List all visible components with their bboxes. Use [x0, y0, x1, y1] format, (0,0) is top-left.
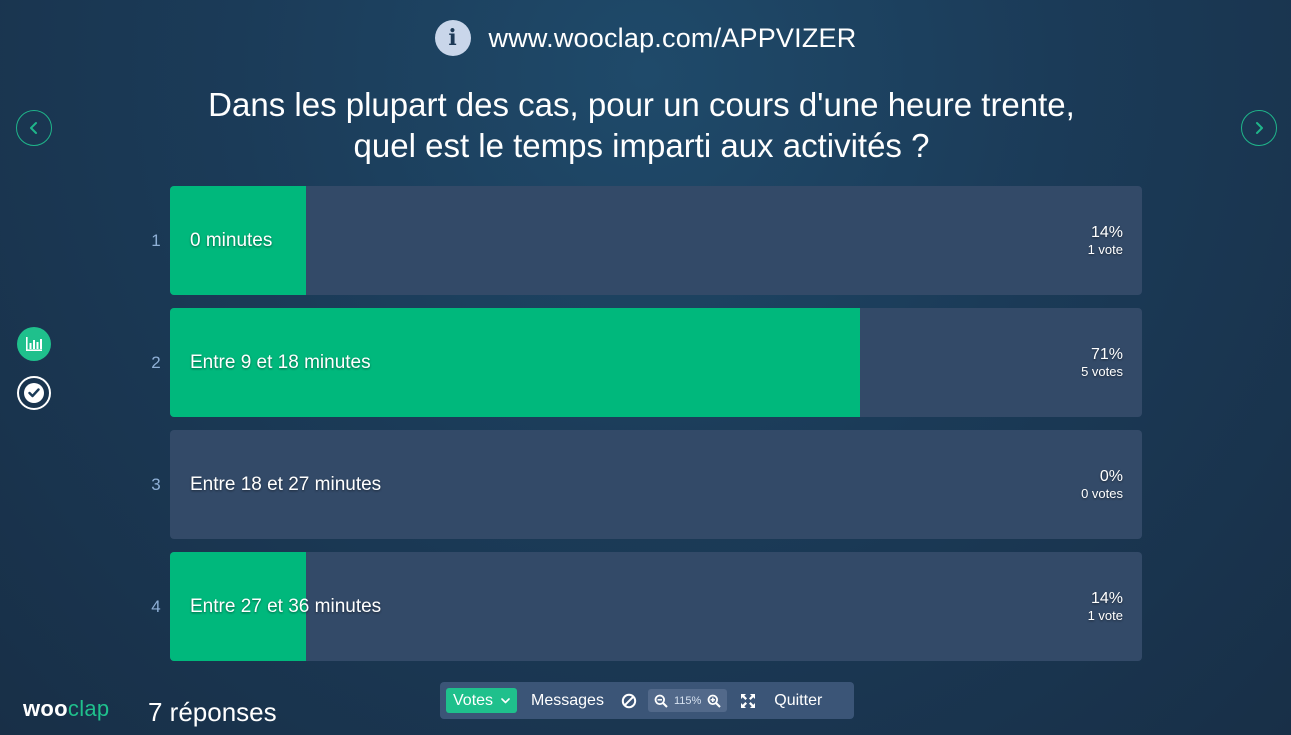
next-question-button[interactable]	[1241, 110, 1277, 146]
logo-part-woo: woo	[23, 696, 68, 721]
response-count: 7 réponses	[148, 697, 277, 727]
show-results-button[interactable]	[17, 327, 51, 361]
check-icon	[28, 388, 40, 398]
presentation-toolbar: Votes Messages 115% Quitter	[440, 682, 854, 719]
previous-question-button[interactable]	[16, 110, 52, 146]
zoom-out-icon[interactable]	[654, 694, 668, 708]
header-bar: i www.wooclap.com/APPVIZER	[0, 18, 1291, 58]
join-url: www.wooclap.com/APPVIZER	[488, 22, 857, 53]
question-title: Dans les plupart des cas, pour un cours …	[140, 84, 1143, 166]
answer-votes: 1 vote	[1087, 608, 1123, 623]
answer-percent: 14%	[1090, 590, 1123, 607]
answer-label: Entre 9 et 18 minutes	[190, 351, 371, 373]
zoom-control: 115%	[647, 689, 728, 712]
answer-stats: 14% 1 vote	[1088, 186, 1123, 295]
fullscreen-icon	[741, 693, 756, 708]
block-responses-button[interactable]	[621, 693, 637, 709]
answer-row[interactable]: Entre 18 et 27 minutes 0% 0 votes	[170, 430, 1142, 539]
chevron-right-icon	[1256, 122, 1263, 134]
zoom-in-icon[interactable]	[707, 694, 721, 708]
fullscreen-button[interactable]	[740, 693, 756, 709]
question-line-2: quel est le temps imparti aux activités …	[353, 127, 930, 164]
votes-label: Votes	[453, 691, 494, 709]
answer-stats: 0% 0 votes	[1081, 430, 1123, 539]
answer-stats: 71% 5 votes	[1081, 308, 1123, 417]
answer-index: 3	[151, 475, 161, 494]
info-glyph: i	[448, 25, 457, 51]
check-circle	[24, 383, 44, 403]
answer-label: 0 minutes	[190, 229, 273, 251]
quit-button[interactable]: Quitter	[774, 692, 822, 710]
answer-index: 2	[151, 353, 161, 372]
answer-percent: 0%	[1099, 468, 1123, 485]
messages-button[interactable]: Messages	[531, 692, 604, 710]
forbidden-icon	[621, 693, 637, 708]
answer-votes: 0 votes	[1081, 486, 1123, 501]
answer-row[interactable]: 0 minutes 14% 1 vote	[170, 186, 1142, 295]
info-icon[interactable]: i	[434, 20, 471, 56]
answer-index: 1	[151, 231, 161, 250]
answer-row[interactable]: Entre 9 et 18 minutes 71% 5 votes	[170, 308, 1142, 417]
question-line-1: Dans les plupart des cas, pour un cours …	[208, 86, 1075, 123]
answer-votes: 1 vote	[1087, 242, 1123, 257]
answer-stats: 14% 1 vote	[1088, 552, 1123, 661]
votes-dropdown[interactable]: Votes	[446, 688, 518, 713]
chevron-down-icon	[501, 697, 510, 703]
answer-percent: 71%	[1090, 346, 1123, 363]
logo-part-clap: clap	[67, 696, 110, 721]
wooclap-logo: wooclap	[23, 696, 109, 722]
answer-percent: 14%	[1090, 224, 1123, 241]
answer-row[interactable]: Entre 27 et 36 minutes 14% 1 vote	[170, 552, 1142, 661]
answer-votes: 5 votes	[1081, 364, 1123, 379]
bar-chart-icon	[26, 337, 42, 351]
chevron-left-icon	[30, 122, 37, 134]
show-correct-answer-button[interactable]	[17, 376, 51, 410]
zoom-level: 115%	[673, 694, 702, 707]
answer-index: 4	[151, 597, 161, 616]
answer-label: Entre 18 et 27 minutes	[190, 473, 382, 495]
answer-label: Entre 27 et 36 minutes	[190, 595, 382, 617]
